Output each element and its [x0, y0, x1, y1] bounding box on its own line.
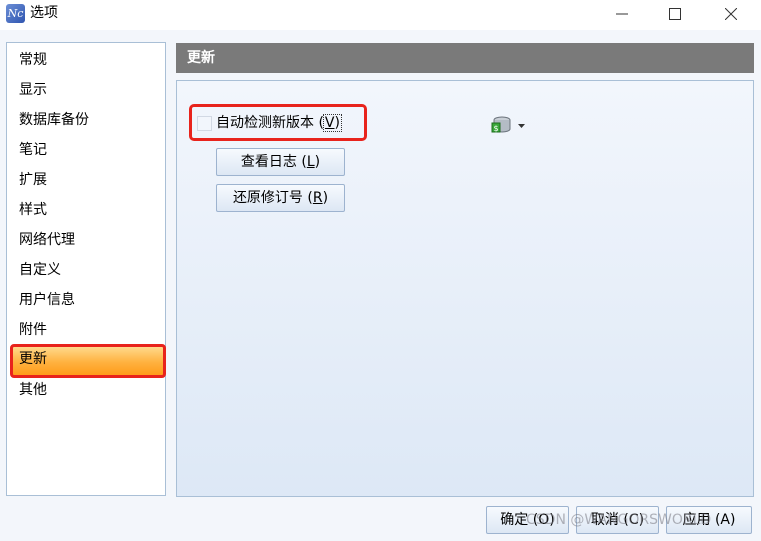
section-title: 更新	[176, 43, 754, 73]
close-button[interactable]	[708, 0, 754, 28]
chevron-down-icon	[518, 124, 525, 128]
minimize-icon	[616, 13, 628, 15]
maximize-button[interactable]	[652, 0, 698, 28]
sidebar-item-general[interactable]: 常规	[10, 45, 166, 75]
svg-text:$: $	[493, 124, 498, 133]
sidebar-item-user-info[interactable]: 用户信息	[10, 285, 166, 315]
close-icon	[725, 8, 737, 20]
auto-check-hotkey: V	[324, 115, 335, 131]
view-log-button[interactable]: 查看日志 (L)	[216, 148, 345, 176]
sidebar-item-other[interactable]: 其他	[10, 375, 166, 405]
apply-button[interactable]: 应用 (A)	[666, 506, 752, 534]
maximize-icon	[669, 8, 681, 20]
auto-check-update-option[interactable]: 自动检测新版本 (V)	[189, 104, 367, 141]
window-title: 选项	[30, 5, 58, 21]
sidebar-item-proxy[interactable]: 网络代理	[10, 225, 166, 255]
sidebar-item-display[interactable]: 显示	[10, 75, 166, 105]
database-dropdown[interactable]: $	[491, 116, 527, 134]
sidebar-item-update[interactable]: 更新	[10, 344, 166, 378]
restore-hotkey: R	[312, 190, 323, 206]
sidebar-item-notes[interactable]: 笔记	[10, 135, 166, 165]
options-nav-list: 常规 显示 数据库备份 笔记 扩展 样式 网络代理 自定义 用户信息 附件 更新…	[6, 42, 166, 496]
sidebar-item-custom[interactable]: 自定义	[10, 255, 166, 285]
sidebar-item-style[interactable]: 样式	[10, 195, 166, 225]
title-bar: Nc 选项	[0, 0, 761, 28]
update-settings-panel	[176, 80, 754, 497]
cancel-button[interactable]: 取消 (C)	[576, 506, 659, 534]
view-log-hotkey: L	[306, 154, 315, 170]
restore-revision-button[interactable]: 还原修订号 (R)	[216, 184, 345, 212]
ok-button[interactable]: 确定 (O)	[486, 506, 569, 534]
sidebar-item-attachments[interactable]: 附件	[10, 315, 166, 345]
sidebar-item-extensions[interactable]: 扩展	[10, 165, 166, 195]
auto-check-label[interactable]: 自动检测新版本 (V)	[216, 114, 342, 132]
navicat-icon: Nc	[6, 4, 25, 23]
minimize-button[interactable]	[599, 0, 645, 28]
auto-check-checkbox[interactable]	[197, 116, 212, 131]
sidebar-item-backup[interactable]: 数据库备份	[10, 105, 166, 135]
